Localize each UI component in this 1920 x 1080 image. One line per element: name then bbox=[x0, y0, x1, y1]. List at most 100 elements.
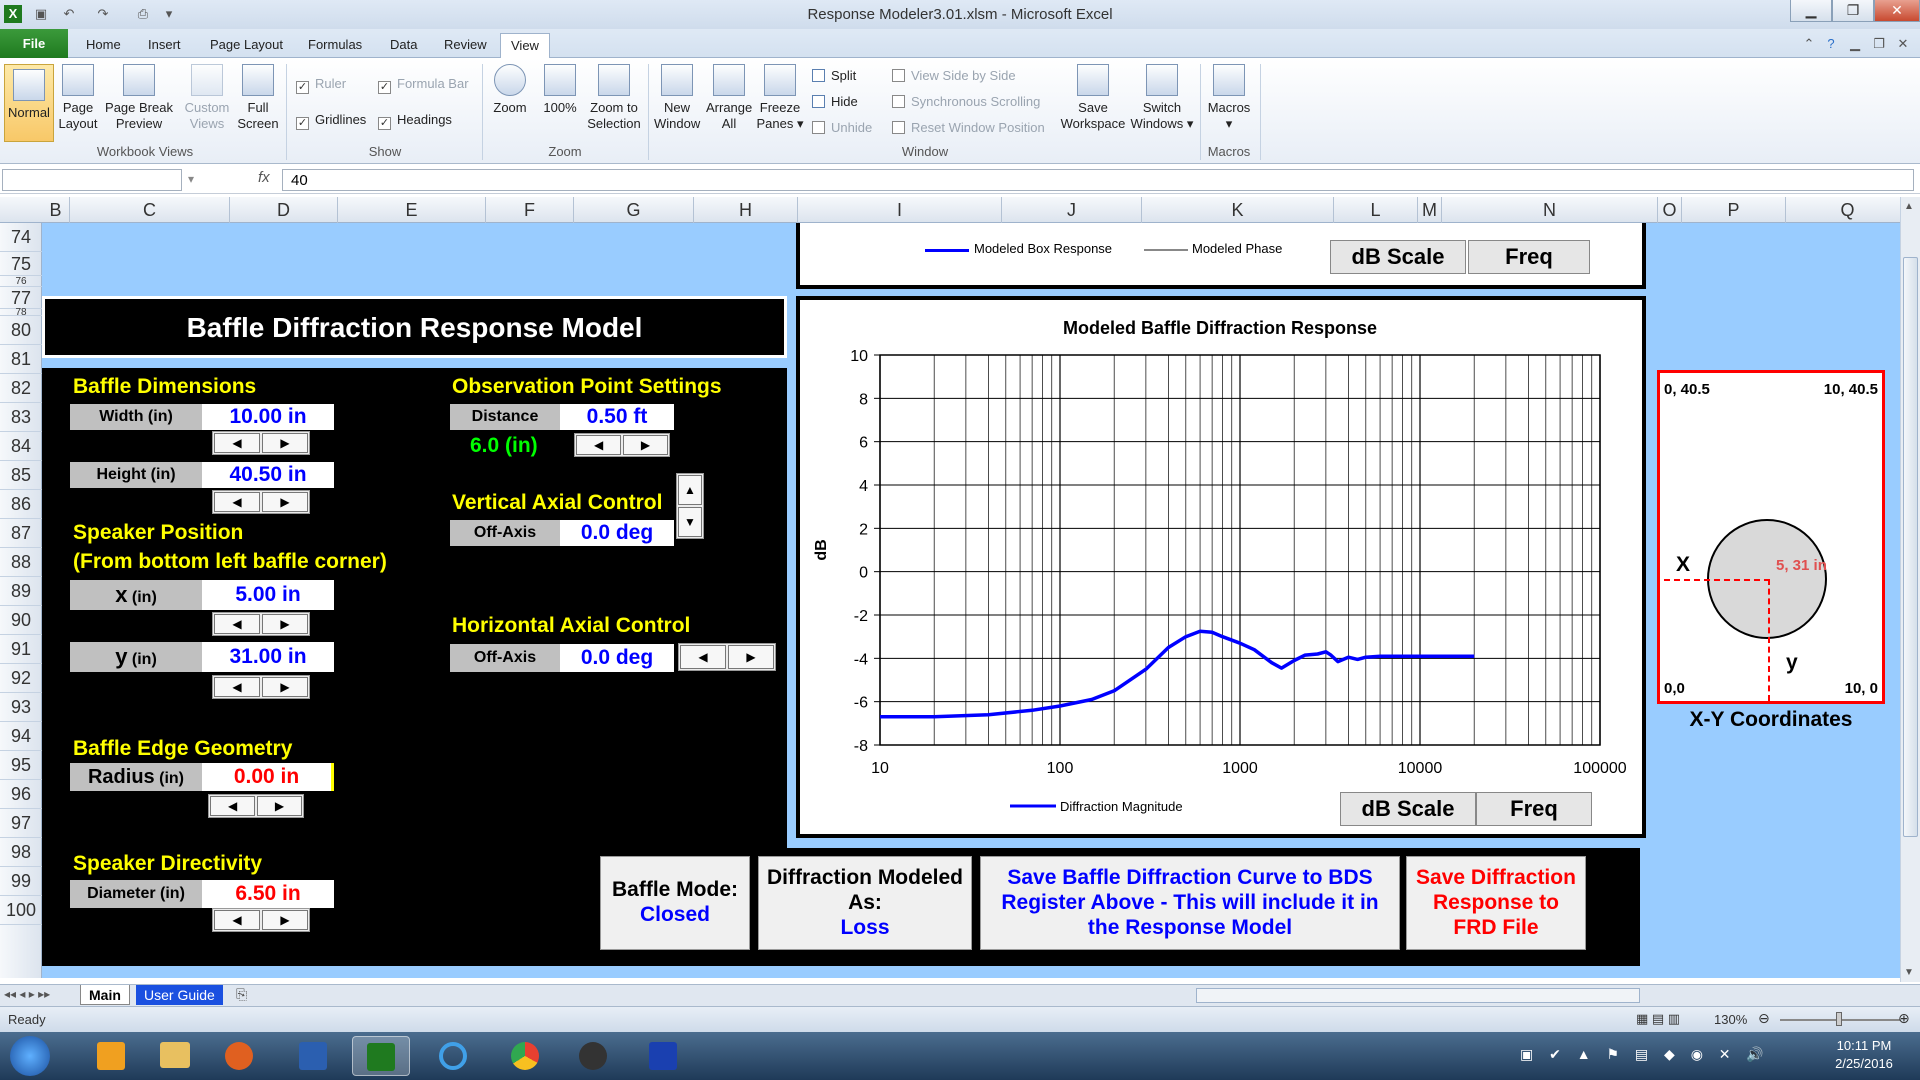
row-header[interactable]: 100 bbox=[0, 896, 42, 925]
row-header[interactable]: 99 bbox=[0, 867, 42, 896]
tab-page-layout[interactable]: Page Layout bbox=[200, 33, 293, 58]
minimize-button[interactable]: ▁ bbox=[1790, 0, 1832, 22]
view-mode-icons[interactable]: ▦ ▤ ▥ bbox=[1636, 1011, 1680, 1027]
scroll-down-icon[interactable]: ▼ bbox=[1904, 967, 1914, 978]
column-header[interactable]: D bbox=[230, 197, 338, 223]
row-header[interactable]: 95 bbox=[0, 751, 42, 780]
radius-decrease-button[interactable]: ◀ bbox=[210, 796, 256, 816]
column-header[interactable]: F bbox=[486, 197, 574, 223]
minimize-ribbon-icon[interactable]: ⌃ bbox=[1800, 35, 1818, 53]
workbook-close-icon[interactable]: ✕ bbox=[1894, 35, 1912, 53]
headings-checkbox[interactable]: ✓ Headings bbox=[378, 112, 452, 130]
height-value[interactable]: 40.50 in bbox=[202, 462, 334, 488]
diffraction-modeled-button[interactable]: Diffraction Modeled As: Loss bbox=[758, 856, 972, 950]
y-value[interactable]: 31.00 in bbox=[202, 642, 334, 672]
ie-taskbar-icon[interactable] bbox=[424, 1036, 482, 1076]
media-taskbar-icon[interactable] bbox=[564, 1036, 622, 1076]
distance-value[interactable]: 0.50 ft bbox=[560, 404, 674, 430]
arrange-all-button[interactable]: Arrange All bbox=[706, 64, 752, 132]
tab-formulas[interactable]: Formulas bbox=[298, 33, 372, 58]
row-header[interactable]: 78 bbox=[0, 308, 42, 318]
diameter-value[interactable]: 6.50 in bbox=[202, 880, 334, 908]
zoom-level[interactable]: 130% bbox=[1714, 1012, 1747, 1027]
column-header[interactable]: J bbox=[1002, 197, 1142, 223]
clock-date[interactable]: 2/25/2016 bbox=[1816, 1056, 1912, 1071]
name-box[interactable] bbox=[2, 169, 182, 191]
help-icon[interactable]: ? bbox=[1822, 35, 1840, 53]
gridlines-checkbox[interactable]: ✓ Gridlines bbox=[296, 112, 366, 130]
horizontal-offaxis-value[interactable]: 0.0 deg bbox=[560, 644, 674, 672]
diameter-increase-button[interactable]: ▶ bbox=[261, 910, 308, 930]
custom-views-button[interactable]: Custom Views bbox=[180, 64, 234, 132]
row-header[interactable]: 74 bbox=[0, 223, 42, 252]
row-header[interactable]: 76 bbox=[0, 276, 42, 287]
row-header[interactable]: 83 bbox=[0, 403, 42, 432]
diameter-decrease-button[interactable]: ◀ bbox=[214, 910, 261, 930]
outlook-taskbar-icon[interactable] bbox=[82, 1036, 140, 1076]
column-header[interactable]: N bbox=[1442, 197, 1658, 223]
split-button[interactable]: Split bbox=[812, 68, 856, 83]
zoom-slider-thumb[interactable] bbox=[1836, 1012, 1842, 1026]
scroll-up-icon[interactable]: ▲ bbox=[1904, 201, 1914, 212]
width-spinner[interactable]: ◀ ▶ bbox=[212, 431, 310, 455]
distance-decrease-button[interactable]: ◀ bbox=[576, 435, 622, 455]
row-header[interactable]: 90 bbox=[0, 606, 42, 635]
y-decrease-button[interactable]: ◀ bbox=[214, 677, 261, 697]
y-increase-button[interactable]: ▶ bbox=[261, 677, 308, 697]
column-header[interactable]: C bbox=[70, 197, 230, 223]
vertical-down-button[interactable]: ▼ bbox=[678, 507, 702, 537]
close-button[interactable]: ✕ bbox=[1874, 0, 1920, 22]
x-value[interactable]: 5.00 in bbox=[202, 580, 334, 610]
tab-file[interactable]: File bbox=[0, 29, 68, 58]
restore-button[interactable]: ❐ bbox=[1832, 0, 1874, 22]
row-header[interactable]: 82 bbox=[0, 374, 42, 403]
column-header[interactable]: L bbox=[1334, 197, 1418, 223]
media-player-taskbar-icon[interactable] bbox=[210, 1036, 268, 1076]
workbook-minimize-icon[interactable]: ▁ bbox=[1846, 35, 1864, 53]
sheet-tab-main[interactable]: Main bbox=[80, 985, 130, 1005]
app-taskbar-icon[interactable] bbox=[634, 1036, 692, 1076]
switch-windows-button[interactable]: Switch Windows ▾ bbox=[1130, 64, 1194, 132]
page-layout-view-button[interactable]: Page Layout bbox=[58, 64, 98, 132]
new-window-button[interactable]: New Window bbox=[654, 64, 700, 132]
column-header[interactable]: I bbox=[798, 197, 1002, 223]
zoom-to-selection-button[interactable]: Zoom to Selection bbox=[586, 64, 642, 132]
save-bds-button[interactable]: Save Baffle Diffraction Curve to BDS Reg… bbox=[980, 856, 1400, 950]
row-header[interactable]: 94 bbox=[0, 722, 42, 751]
row-header[interactable]: 89 bbox=[0, 577, 42, 606]
sheet-tab-user-guide[interactable]: User Guide bbox=[136, 985, 223, 1005]
bottom-db-scale-button[interactable]: dB Scale bbox=[1340, 792, 1476, 826]
column-header[interactable]: O bbox=[1658, 197, 1682, 223]
zoom-button[interactable]: Zoom bbox=[490, 64, 530, 116]
row-header[interactable]: 92 bbox=[0, 664, 42, 693]
distance-spinner[interactable]: ◀ ▶ bbox=[574, 433, 670, 457]
baffle-mode-button[interactable]: Baffle Mode: Closed bbox=[600, 856, 750, 950]
height-decrease-button[interactable]: ◀ bbox=[214, 492, 261, 512]
reset-window-position-button[interactable]: Reset Window Position bbox=[892, 120, 1045, 135]
row-header[interactable]: 93 bbox=[0, 693, 42, 722]
system-tray-icons[interactable]: ▣ ✔ ▲ ⚑ ▤ ◆ ◉ ✕ 🔊 bbox=[1520, 1046, 1770, 1063]
vertical-scrollbar[interactable]: ▲ ▼ bbox=[1900, 197, 1920, 982]
unhide-button[interactable]: Unhide bbox=[812, 120, 872, 135]
column-header[interactable]: Q bbox=[1786, 197, 1910, 223]
macros-button[interactable]: Macros ▾ bbox=[1206, 64, 1252, 132]
vertical-up-button[interactable]: ▲ bbox=[678, 475, 702, 505]
height-increase-button[interactable]: ▶ bbox=[261, 492, 308, 512]
row-header[interactable]: 88 bbox=[0, 548, 42, 577]
hide-button[interactable]: Hide bbox=[812, 94, 858, 109]
column-header[interactable]: P bbox=[1682, 197, 1786, 223]
row-header[interactable]: 91 bbox=[0, 635, 42, 664]
top-db-scale-button[interactable]: dB Scale bbox=[1330, 240, 1466, 274]
column-header[interactable]: K bbox=[1142, 197, 1334, 223]
row-header[interactable]: 84 bbox=[0, 432, 42, 461]
width-decrease-button[interactable]: ◀ bbox=[214, 433, 261, 453]
radius-increase-button[interactable]: ▶ bbox=[256, 796, 302, 816]
sheet-nav-icon[interactable]: ◂◂ ◂ ▸ ▸▸ bbox=[4, 987, 50, 1001]
formula-bar-checkbox[interactable]: ✓ Formula Bar bbox=[378, 76, 469, 94]
start-button-icon[interactable] bbox=[10, 1036, 50, 1076]
full-screen-button[interactable]: Full Screen bbox=[236, 64, 280, 132]
insert-sheet-icon[interactable]: ⎘ bbox=[236, 986, 247, 1003]
row-header[interactable]: 97 bbox=[0, 809, 42, 838]
formula-input[interactable]: 40 bbox=[282, 169, 1914, 191]
radius-value[interactable]: 0.00 in bbox=[202, 763, 334, 791]
